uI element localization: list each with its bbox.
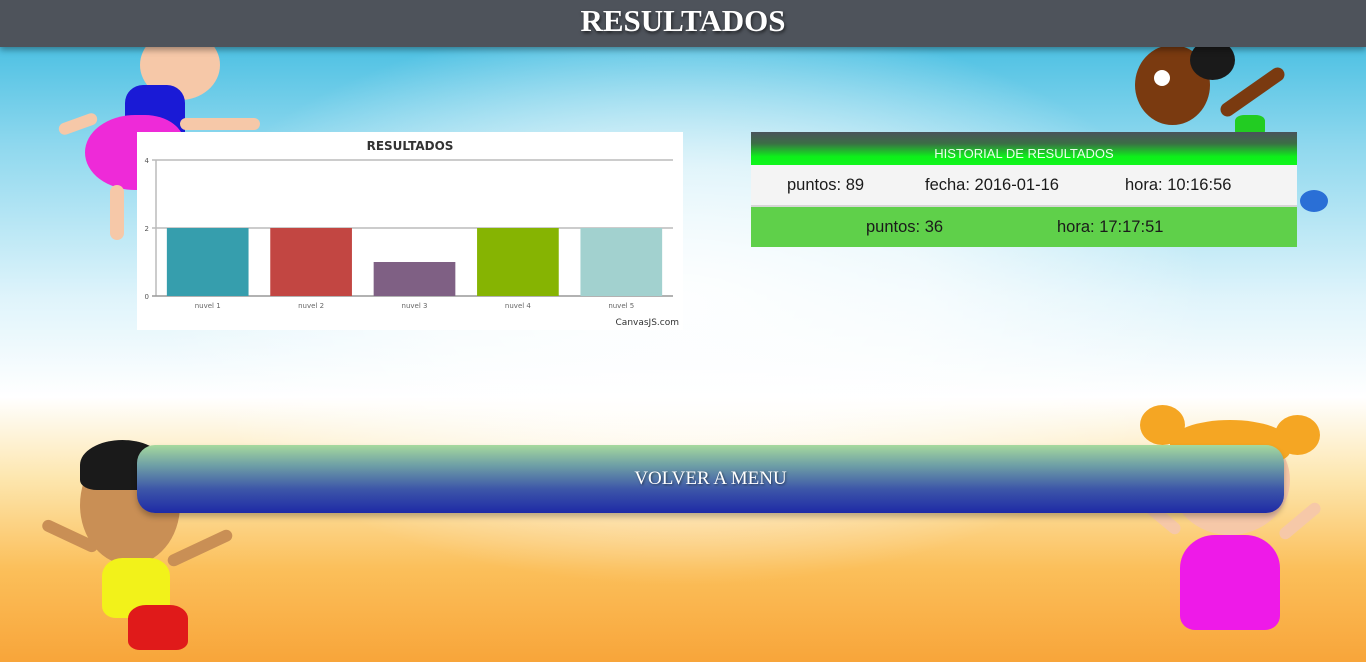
history-row: puntos: 36 hora: 17:17:51 <box>751 207 1297 247</box>
chart-x-tick-label: nuvel 3 <box>402 302 428 310</box>
history-points: puntos: 89 <box>787 175 865 194</box>
chart-bar <box>270 228 352 296</box>
chart-bar <box>477 228 559 296</box>
chart-y-tick-label: 4 <box>145 157 150 165</box>
kid-illustration-bottom-right <box>1135 400 1335 662</box>
chart-title: RESULTADOS <box>367 139 454 153</box>
back-to-menu-button[interactable]: VOLVER A MENU <box>137 445 1284 513</box>
results-chart-svg: RESULTADOS 0 2 4 nuvel 1 nuvel 2 nuvel 3 nuvel… <box>145 139 673 310</box>
history-title: HISTORIAL DE RESULTADOS <box>751 132 1297 165</box>
history-points: puntos: 36 <box>866 217 944 236</box>
history-time: hora: 17:17:51 <box>1057 217 1164 236</box>
page-title: RESULTADOS <box>580 2 786 38</box>
history-time: hora: 10:16:56 <box>1125 175 1232 194</box>
chart-bar <box>580 228 663 296</box>
chart-x-tick-label: nuvel 4 <box>505 302 531 310</box>
chart-x-tick-label: nuvel 2 <box>298 302 324 310</box>
chart-y-tick-label: 0 <box>145 293 149 301</box>
chart-credit: CanvasJS.com <box>615 318 679 328</box>
chart-bar <box>373 262 456 296</box>
chart-x-tick-label: nuvel 5 <box>608 302 634 310</box>
chart-x-tick-label: nuvel 1 <box>195 302 221 310</box>
page-header: RESULTADOS <box>0 0 1366 47</box>
chart-y-tick-label: 2 <box>145 225 149 233</box>
chart-bar <box>166 228 249 296</box>
history-row: puntos: 89 fecha: 2016-01-16 hora: 10:16… <box>751 165 1297 207</box>
results-history: HISTORIAL DE RESULTADOS puntos: 89 fecha… <box>751 132 1297 249</box>
history-date: fecha: 2016-01-16 <box>925 175 1059 194</box>
results-chart: RESULTADOS 0 2 4 nuvel 1 nuvel 2 nuvel 3 nuvel… <box>137 132 683 330</box>
